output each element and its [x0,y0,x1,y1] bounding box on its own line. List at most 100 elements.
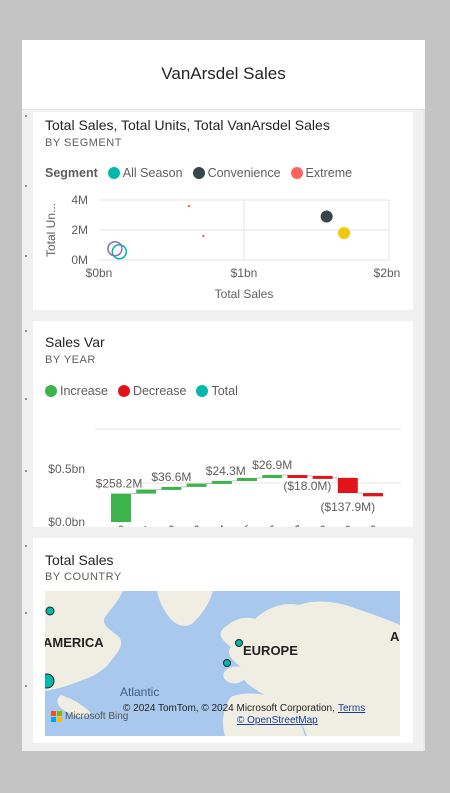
legend-label: Convenience [207,166,281,180]
x-tick-label: 2007 [275,522,305,527]
legend-item-convenience[interactable]: Convenience [192,166,281,180]
side-marker [25,185,27,187]
waterfall-bar [237,477,257,481]
bing-label: Microsoft Bing [65,711,129,722]
waterfall-bar [262,475,283,479]
scatter-point [202,234,205,238]
scatter-card[interactable]: Total Sales, Total Units, Total VanArsde… [33,112,413,310]
legend-dot-icon [107,167,120,179]
legend-label: Extreme [305,166,353,180]
legend-item-increase[interactable]: Increase [45,384,108,398]
x-tick-label: 2008 [300,522,330,527]
waterfall-title: Sales Var [45,334,105,350]
map-point [235,639,243,647]
waterfall-bar [161,486,182,490]
waterfall-bar [363,493,383,497]
waterfall-data-label: $258.2M [96,477,143,491]
scatter-points [107,204,351,260]
scatter-title: Total Sales, Total Units, Total VanArsde… [45,117,330,133]
report-title: VanArsdel Sales [161,64,286,83]
legend-dot-icon [290,167,303,179]
land-greenland [157,591,213,626]
scatter-point [107,241,123,257]
y-tick-label: $0.5bn [48,462,85,476]
legend-item-decrease[interactable]: Decrease [117,384,187,398]
waterfall-bars: 2000200120022003200420052006200720082009… [96,458,383,527]
x-tick-label: 2006 [250,522,280,527]
waterfall-bar [337,477,358,494]
waterfall-data-label: ($137.9M) [320,500,375,514]
y-tick-label: 0M [71,253,88,267]
map-label-america: AMERICA [45,635,104,650]
legend-dot-icon [45,385,57,397]
waterfall-bar [312,475,333,479]
microsoft-logo-icon [51,711,62,722]
legend-label: Decrease [132,384,187,398]
waterfall-bar [287,475,308,479]
waterfall-data-label: $24.3M [206,464,246,478]
legend-title: Segment [45,166,98,180]
map-attribution: © 2024 TomTom, © 2024 Microsoft Corporat… [123,703,335,714]
land-iberia [223,666,248,684]
legend-label: Total [211,384,238,398]
side-marker [25,398,27,400]
x-tick-label: 2002 [149,522,179,527]
map-point [45,673,55,689]
side-marker [25,330,27,332]
waterfall-bar [186,483,207,487]
report-canvas: VanArsdel Sales Total Sales, Total Units… [22,40,425,751]
world-map[interactable]: AMERICA EUROPE Atlantic A Microsoft Bing… [45,591,400,736]
map-label-europe: EUROPE [243,643,298,658]
openstreetmap-link[interactable]: © OpenStreetMap [237,715,318,726]
side-marker [25,612,27,614]
waterfall-bar [111,493,131,522]
x-tick-label: 2005 [225,522,255,527]
x-tick-label: 2003 [174,522,204,527]
map-label-edge: A [390,629,400,644]
side-marker [25,470,27,472]
waterfall-data-label: ($18.0M) [283,479,331,493]
bing-logo: Microsoft Bing [51,711,128,722]
side-marker [25,115,27,117]
terms-link[interactable]: Terms [338,703,365,714]
legend-label: Increase [60,384,108,398]
scatter-subtitle: BY SEGMENT [45,137,122,149]
map-point [45,606,55,616]
waterfall-data-label: $26.9M [252,458,292,472]
legend-item-total[interactable]: Total [196,384,238,398]
y-tick-label: $0.0bn [48,515,85,527]
side-marker [25,255,27,257]
map-card[interactable]: Total Sales BY COUNTRY AMERICA EUROPE At… [33,538,413,743]
x-tick-label: 2009 [326,522,356,527]
map-label-atlantic: Atlantic [120,685,159,699]
scatter-point [111,244,128,260]
x-tick-label: 2001 [124,522,154,527]
x-tick-label: 2004 [200,522,230,527]
waterfall-plot: $0.5bn $0.0bn 20002001200220032004200520… [48,428,401,527]
scrollbar[interactable] [423,110,425,751]
legend-item-all-season[interactable]: All Season [107,166,183,180]
side-marker [25,545,27,547]
map-title: Total Sales [45,552,114,568]
y-axis-title: Total Un... [44,203,58,257]
waterfall-data-label: $36.6M [151,470,191,484]
report-header: VanArsdel Sales [22,40,425,110]
legend-item-extreme[interactable]: Extreme [290,166,353,180]
scatter-point [320,210,333,223]
waterfall-card[interactable]: Sales Var BY YEAR Increase Decrease Tota… [33,321,413,527]
scatter-point [187,204,191,208]
map-subtitle: BY COUNTRY [45,571,122,583]
scatter-legend: Segment All Season Convenience Extreme [45,166,362,180]
x-tick-label: $2bn [374,266,401,280]
waterfall-bar [211,480,232,484]
y-tick-label: 4M [71,193,88,207]
waterfall-subtitle: BY YEAR [45,354,96,366]
x-tick-label: 2010 [351,522,381,527]
waterfall-bar [136,489,157,494]
x-tick-label: $0bn [86,266,113,280]
y-tick-label: 2M [71,223,88,237]
x-tick-label: 2000 [99,522,129,527]
map-point [223,659,231,667]
legend-dot-icon [196,385,209,397]
legend-dot-icon [192,167,205,179]
